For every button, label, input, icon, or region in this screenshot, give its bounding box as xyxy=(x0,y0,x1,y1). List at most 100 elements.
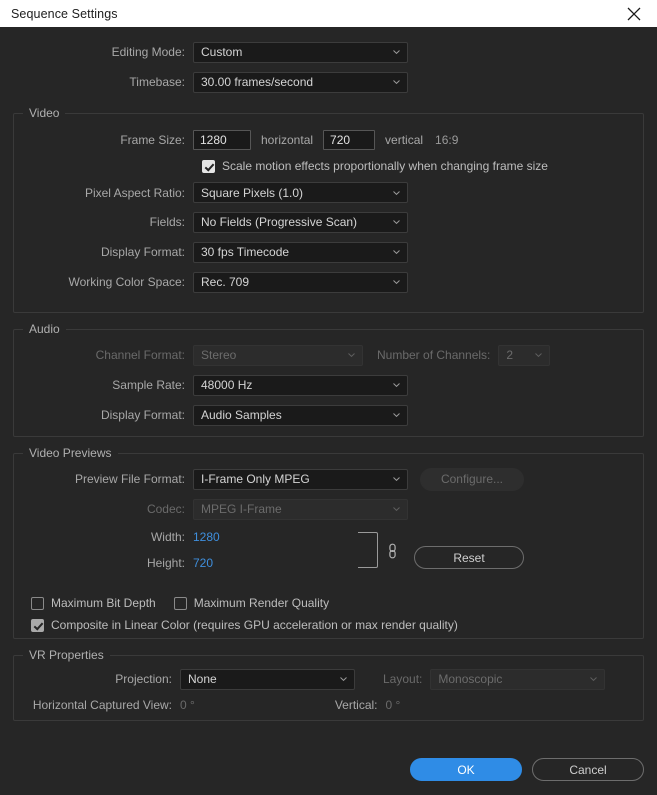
reset-button[interactable]: Reset xyxy=(414,546,524,569)
video-group-legend: Video xyxy=(23,106,65,121)
close-icon xyxy=(627,7,641,21)
chevron-down-icon xyxy=(393,50,400,54)
timebase-select[interactable]: 30.00 frames/second xyxy=(193,72,408,93)
editing-mode-value: Custom xyxy=(201,45,242,59)
codec-label: Codec: xyxy=(14,502,193,516)
configure-button-label: Configure... xyxy=(441,472,503,486)
reset-button-label: Reset xyxy=(453,551,484,565)
channel-format-row: Channel Format: Stereo Number of Channel… xyxy=(14,340,643,370)
maximum-render-quality-checkbox[interactable] xyxy=(174,597,187,610)
preview-file-format-select[interactable]: I-Frame Only MPEG xyxy=(193,469,408,490)
layout-label: Layout: xyxy=(355,672,430,686)
codec-row: Codec: MPEG I-Frame xyxy=(14,494,643,524)
number-of-channels-label: Number of Channels: xyxy=(363,348,498,362)
working-color-space-row: Working Color Space: Rec. 709 xyxy=(14,267,643,297)
video-display-format-label: Display Format: xyxy=(14,245,193,259)
horizontal-label: horizontal xyxy=(261,133,313,147)
video-display-format-row: Display Format: 30 fps Timecode xyxy=(14,237,643,267)
captured-view-row: Horizontal Captured View: 0 ° Vertical: … xyxy=(14,693,643,717)
working-color-space-value: Rec. 709 xyxy=(201,275,249,289)
dialog-titlebar: Sequence Settings xyxy=(0,0,657,27)
pixel-aspect-ratio-row: Pixel Aspect Ratio: Square Pixels (1.0) xyxy=(14,178,643,207)
maximum-render-quality-label[interactable]: Maximum Render Quality xyxy=(194,596,329,610)
projection-label: Projection: xyxy=(14,672,180,686)
video-display-format-select[interactable]: 30 fps Timecode xyxy=(193,242,408,263)
pixel-aspect-ratio-label: Pixel Aspect Ratio: xyxy=(14,186,193,200)
vertical-captured-view-label: Vertical: xyxy=(195,698,386,712)
fields-select[interactable]: No Fields (Progressive Scan) xyxy=(193,212,408,233)
composite-linear-color-label[interactable]: Composite in Linear Color (requires GPU … xyxy=(51,618,458,632)
preview-height-value[interactable]: 720 xyxy=(193,556,213,570)
codec-select: MPEG I-Frame xyxy=(193,499,408,520)
video-display-format-value: 30 fps Timecode xyxy=(201,245,289,259)
chevron-down-icon xyxy=(393,383,400,387)
dialog-footer: OK Cancel xyxy=(410,758,644,781)
audio-group-legend: Audio xyxy=(23,322,66,337)
vr-properties-group: VR Properties Projection: None Layout: M… xyxy=(13,655,644,721)
number-of-channels-select: 2 xyxy=(498,345,550,366)
projection-select[interactable]: None xyxy=(180,669,355,690)
preview-width-value[interactable]: 1280 xyxy=(193,530,220,544)
horizontal-captured-view-label: Horizontal Captured View: xyxy=(14,698,180,712)
editing-mode-row: Editing Mode: Custom xyxy=(13,39,644,65)
composite-linear-color-checkbox[interactable] xyxy=(31,619,44,632)
channel-format-select: Stereo xyxy=(193,345,363,366)
chevron-down-icon xyxy=(393,250,400,254)
frame-size-row: Frame Size: 1280 horizontal 720 vertical… xyxy=(14,126,643,154)
scale-motion-checkbox[interactable] xyxy=(202,160,215,173)
working-color-space-label: Working Color Space: xyxy=(14,275,193,289)
timebase-row: Timebase: 30.00 frames/second xyxy=(13,69,644,95)
chevron-down-icon xyxy=(340,677,347,681)
preview-width-label: Width: xyxy=(14,530,193,544)
channel-format-value: Stereo xyxy=(201,348,236,362)
preview-file-format-label: Preview File Format: xyxy=(14,472,193,486)
chevron-down-icon xyxy=(393,477,400,481)
chain-link-icon[interactable] xyxy=(386,542,399,563)
close-button[interactable] xyxy=(611,0,657,27)
sample-rate-label: Sample Rate: xyxy=(14,378,193,392)
codec-value: MPEG I-Frame xyxy=(201,502,282,516)
channel-format-label: Channel Format: xyxy=(14,348,193,362)
scale-motion-label[interactable]: Scale motion effects proportionally when… xyxy=(222,159,548,173)
frame-height-input[interactable]: 720 xyxy=(323,130,375,150)
sample-rate-row: Sample Rate: 48000 Hz xyxy=(14,370,643,400)
chevron-down-icon xyxy=(393,220,400,224)
horizontal-captured-view-value: 0 ° xyxy=(180,698,195,712)
fields-label: Fields: xyxy=(14,215,193,229)
editing-mode-select[interactable]: Custom xyxy=(193,42,408,63)
layout-value: Monoscopic xyxy=(438,672,502,686)
projection-row: Projection: None Layout: Monoscopic xyxy=(14,665,643,693)
layout-select: Monoscopic xyxy=(430,669,605,690)
chevron-down-icon xyxy=(393,507,400,511)
chevron-down-icon xyxy=(535,353,542,357)
dimension-link-bracket xyxy=(358,532,378,568)
audio-display-format-value: Audio Samples xyxy=(201,408,282,422)
vertical-label: vertical xyxy=(385,133,423,147)
working-color-space-select[interactable]: Rec. 709 xyxy=(193,272,408,293)
sample-rate-value: 48000 Hz xyxy=(201,378,252,392)
frame-width-input[interactable]: 1280 xyxy=(193,130,251,150)
audio-display-format-select[interactable]: Audio Samples xyxy=(193,405,408,426)
aspect-ratio-readout: 16:9 xyxy=(435,133,458,147)
frame-size-label: Frame Size: xyxy=(14,133,193,147)
ok-button[interactable]: OK xyxy=(410,758,522,781)
dialog-body: Editing Mode: Custom Timebase: 30.00 fra… xyxy=(0,39,657,795)
projection-value: None xyxy=(188,672,217,686)
preview-checkbox-row-2: Composite in Linear Color (requires GPU … xyxy=(31,614,643,636)
preview-checkbox-row-1: Maximum Bit Depth Maximum Render Quality xyxy=(31,592,643,614)
maximum-bit-depth-checkbox[interactable] xyxy=(31,597,44,610)
preview-file-format-value: I-Frame Only MPEG xyxy=(201,472,310,486)
editing-mode-label: Editing Mode: xyxy=(13,45,193,59)
vr-properties-group-legend: VR Properties xyxy=(23,648,110,663)
maximum-bit-depth-label[interactable]: Maximum Bit Depth xyxy=(51,596,156,610)
pixel-aspect-ratio-select[interactable]: Square Pixels (1.0) xyxy=(193,182,408,203)
fields-row: Fields: No Fields (Progressive Scan) xyxy=(14,207,643,237)
scale-motion-checkbox-row[interactable]: Scale motion effects proportionally when… xyxy=(202,154,643,178)
chevron-down-icon xyxy=(393,280,400,284)
chevron-down-icon xyxy=(590,677,597,681)
number-of-channels-value: 2 xyxy=(506,348,513,362)
cancel-button[interactable]: Cancel xyxy=(532,758,644,781)
frame-width-value: 1280 xyxy=(200,133,227,147)
configure-button: Configure... xyxy=(420,468,524,491)
sample-rate-select[interactable]: 48000 Hz xyxy=(193,375,408,396)
